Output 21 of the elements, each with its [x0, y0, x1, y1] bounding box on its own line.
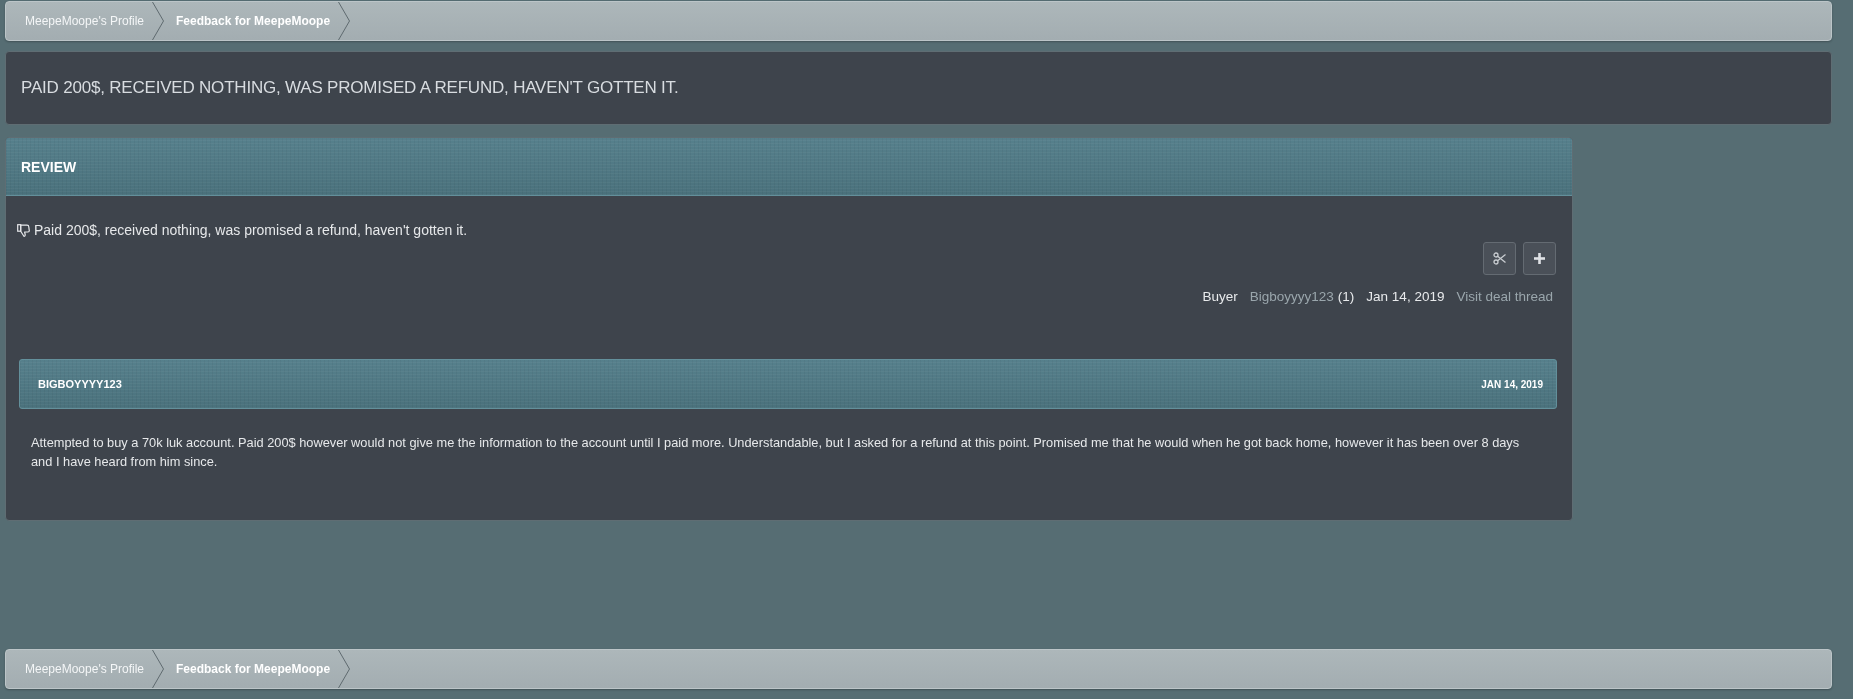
- review-date: Jan 14, 2019: [1366, 289, 1445, 304]
- breadcrumb-link[interactable]: Feedback for MeepeMoope: [168, 2, 339, 40]
- scissors-button[interactable]: [1483, 242, 1516, 275]
- feedback-count: (1): [1337, 289, 1355, 304]
- comment-author: BIGBOYYYY123: [38, 378, 122, 390]
- breadcrumb-link[interactable]: Feedback for MeepeMoope: [168, 650, 339, 688]
- review-text: Paid 200$, received nothing, was promised a refund, haven't gotten it.: [34, 222, 468, 238]
- plus-icon: [1533, 252, 1546, 265]
- username-link[interactable]: Bigboyyyy123: [1249, 289, 1334, 304]
- comment-date: JAN 14, 2019: [1481, 378, 1543, 390]
- page-title: PAID 200$, RECEIVED NOTHING, WAS PROMISED A REFUND, HAVEN'T GOTTEN IT.: [21, 78, 679, 98]
- review-heading: REVIEW: [21, 158, 77, 175]
- add-button[interactable]: [1523, 242, 1556, 275]
- chevron-icon: [152, 650, 165, 688]
- breadcrumb-link[interactable]: MeepeMoope's Profile: [17, 2, 153, 40]
- chevron-icon: [338, 650, 351, 688]
- breadcrumb-link[interactable]: MeepeMoope's Profile: [17, 650, 153, 688]
- deal-thread-link[interactable]: Visit deal thread: [1456, 289, 1553, 304]
- comment-text: Attempted to buy a 70k luk account. Paid 200$ however would not give me the information to the account until I paid more. Understandable, but I asked for a refund at this point. Promised me that he would when he got back home, however it has been over 8 days and I have heard from him since.: [31, 434, 1521, 471]
- scissors-icon: [1493, 252, 1506, 265]
- role-label: Buyer: [1202, 289, 1238, 304]
